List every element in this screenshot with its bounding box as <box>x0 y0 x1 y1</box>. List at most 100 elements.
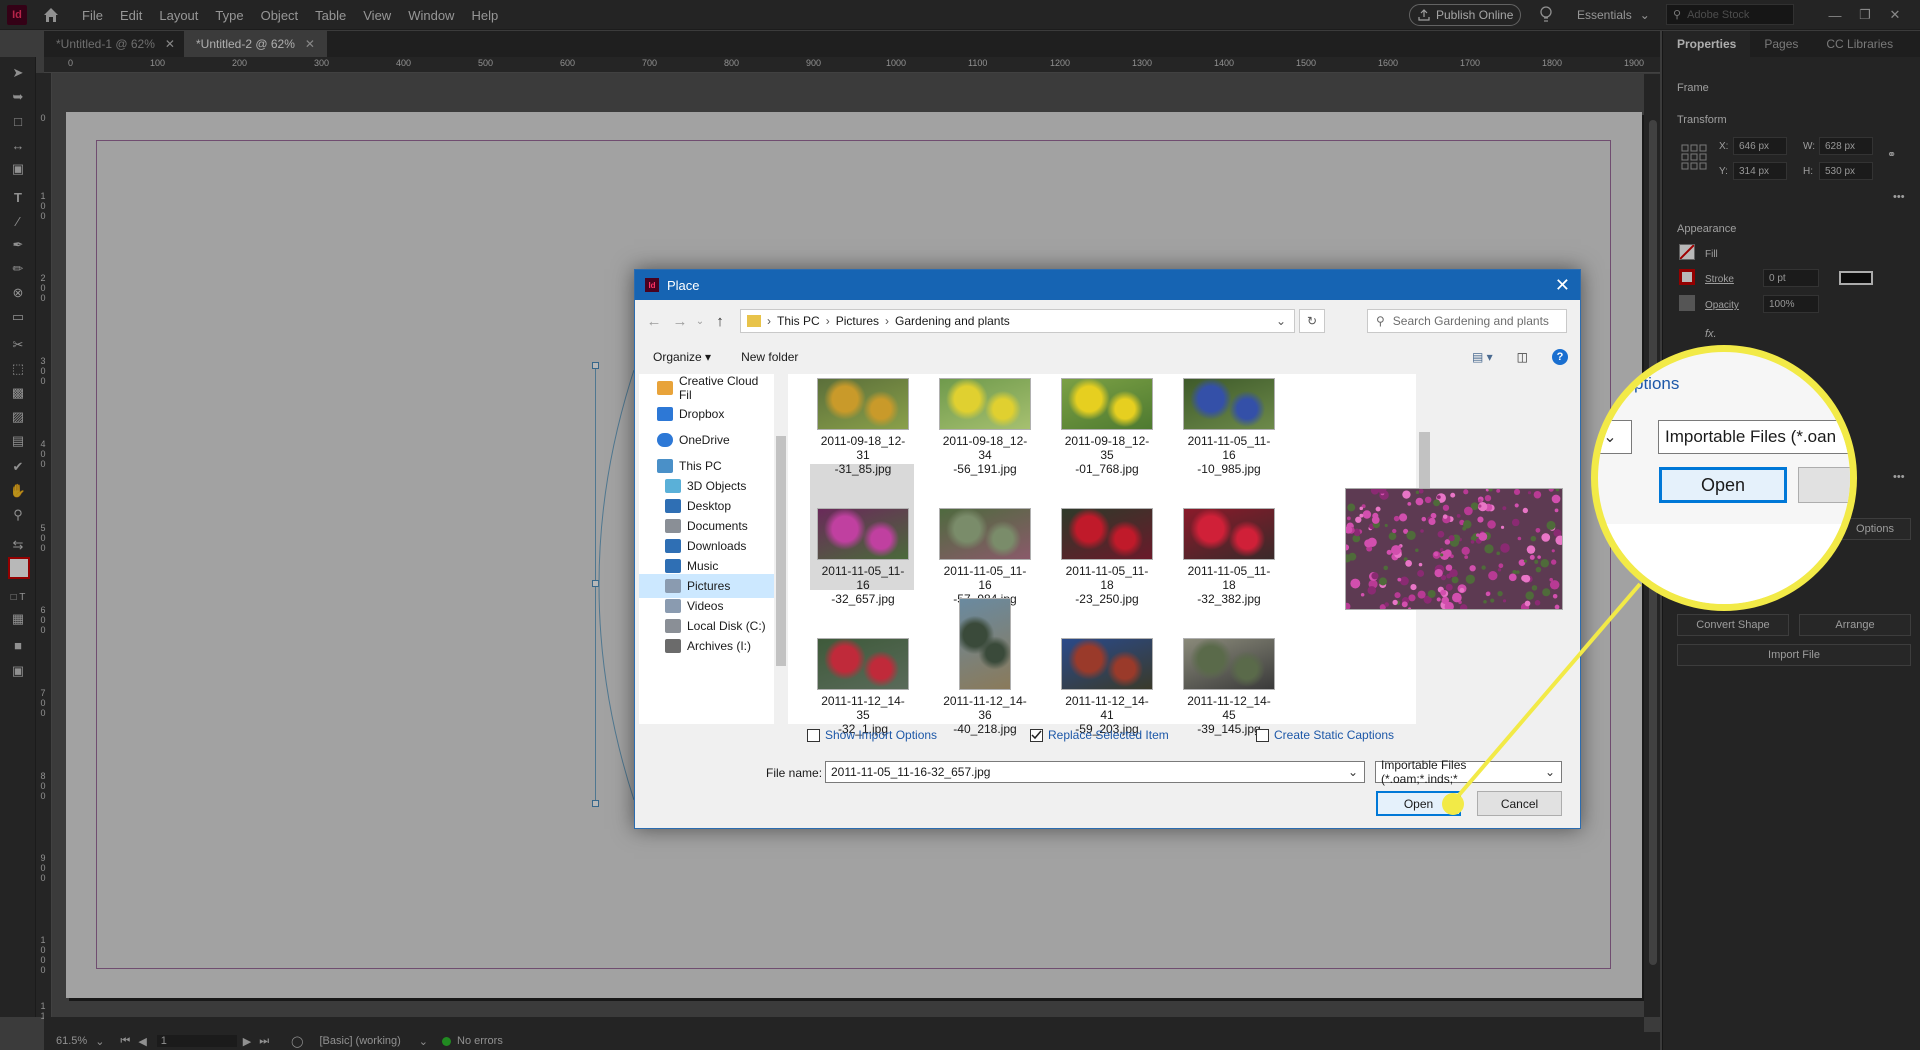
refresh-icon[interactable]: ↻ <box>1299 309 1325 333</box>
organize-label: Organize <box>653 350 702 364</box>
preview-speckle <box>1500 525 1505 529</box>
nav-label: Archives (I:) <box>687 639 752 653</box>
preview-speckle <box>1406 530 1416 540</box>
address-bar[interactable]: › This PC › Pictures › Gardening and pla… <box>740 309 1295 333</box>
file-item[interactable]: 2011-11-05_11-18 -32_382.jpg <box>1183 508 1275 606</box>
file-item[interactable]: 2011-09-18_12-34 -56_191.jpg <box>939 378 1031 476</box>
create-static-captions-checkbox[interactable]: Create Static Captions <box>1256 728 1394 742</box>
file-name-input[interactable]: 2011-11-05_11-16-32_657.jpg ⌄ <box>825 761 1365 783</box>
preview-speckle <box>1371 516 1380 524</box>
breadcrumb-pictures[interactable]: Pictures <box>836 314 879 328</box>
forward-icon[interactable]: → <box>667 313 693 330</box>
file-item[interactable]: 2011-09-18_12-31 -31_85.jpg <box>817 378 909 476</box>
file-name-line: 2011-11-05_11-18 <box>1187 564 1271 592</box>
preview-speckle <box>1443 549 1452 558</box>
cube-icon <box>665 479 681 493</box>
file-item[interactable]: 2011-09-18_12-35 -01_768.jpg <box>1061 378 1153 476</box>
preview-speckle <box>1551 494 1561 504</box>
replace-selected-item-checkbox[interactable]: Replace Selected Item <box>1030 728 1169 742</box>
file-name-line: 2011-11-05_11-16 <box>1187 434 1271 462</box>
close-icon[interactable]: ✕ <box>1555 275 1570 296</box>
preview-speckle <box>1554 508 1559 513</box>
preview-speckle <box>1535 527 1541 533</box>
video-icon <box>665 599 681 613</box>
file-name-line: 2011-11-12_14-41 <box>1065 694 1149 722</box>
callout-dot <box>1442 793 1464 815</box>
file-name-line: -01_768.jpg <box>1075 462 1139 476</box>
preview-speckle <box>1408 594 1416 602</box>
file-item[interactable]: 2011-11-12_14-45 -39_145.jpg <box>1183 638 1275 736</box>
computer-icon <box>657 459 673 473</box>
preview-speckle <box>1500 543 1510 553</box>
checkbox-unchecked[interactable] <box>807 728 820 742</box>
help-icon[interactable]: ? <box>1552 349 1568 365</box>
preview-speckle <box>1537 555 1541 559</box>
preview-speckle <box>1360 592 1365 597</box>
file-thumbnail <box>1183 378 1275 430</box>
checkbox-unchecked[interactable] <box>1256 728 1269 742</box>
preview-speckle <box>1392 528 1397 534</box>
preview-speckle <box>1417 590 1426 599</box>
dialog-title: Place <box>667 277 700 293</box>
preview-speckle <box>1498 563 1504 569</box>
preview-speckle <box>1456 513 1461 518</box>
file-name-line: 2011-11-05_11-16 <box>943 564 1027 592</box>
folder-icon <box>747 315 761 327</box>
document-icon <box>665 519 681 533</box>
preview-speckle <box>1401 601 1408 608</box>
organize-button[interactable]: Organize ▾ <box>653 350 711 364</box>
checkbox-checked[interactable] <box>1030 728 1043 742</box>
preview-speckle <box>1420 529 1424 533</box>
up-folder-icon[interactable]: ↑ <box>707 313 733 330</box>
back-icon[interactable]: ← <box>641 313 667 330</box>
nav-label: Videos <box>687 599 724 613</box>
replace-selected-item-label: Replace Selected Item <box>1048 728 1169 742</box>
nav-onedrive[interactable]: OneDrive <box>657 428 730 452</box>
navigation-pane: Creative Cloud Fil Dropbox OneDrive This… <box>639 374 774 724</box>
file-item[interactable]: 2011-11-05_11-16-57_984.jpg <box>939 508 1031 606</box>
breadcrumb-gardening[interactable]: Gardening and plants <box>895 314 1010 328</box>
magnified-file-type: Importable Files (*.oan <box>1658 420 1850 454</box>
file-name-line: -31_85.jpg <box>834 462 892 476</box>
nav-archives[interactable]: Archives (I:) <box>665 634 751 658</box>
download-icon <box>665 539 681 553</box>
preview-speckle <box>1355 516 1362 523</box>
file-thumbnail <box>959 598 1011 690</box>
file-item[interactable]: 2011-11-05_11-16 -10_985.jpg <box>1183 378 1275 476</box>
preview-speckle <box>1359 506 1364 511</box>
nav-dropbox[interactable]: Dropbox <box>657 402 724 426</box>
dialog-search-field[interactable]: ⚲ Search Gardening and plants <box>1367 309 1567 333</box>
preview-speckle <box>1502 506 1507 511</box>
preview-speckle <box>1362 510 1372 519</box>
preview-speckle <box>1439 548 1444 552</box>
file-thumbnail <box>1061 638 1153 690</box>
file-item[interactable]: 2011-11-12_14-41 -59_203.jpg <box>1061 638 1153 736</box>
preview-speckle <box>1527 491 1532 495</box>
file-item[interactable]: 2011-11-12_14-36 -40_218.jpg <box>939 598 1031 736</box>
preview-speckle <box>1394 592 1401 599</box>
preview-speckle <box>1415 490 1420 495</box>
preview-speckle <box>1346 516 1351 521</box>
breadcrumb-this-pc[interactable]: This PC <box>777 314 820 328</box>
nav-creative-cloud[interactable]: Creative Cloud Fil <box>657 374 774 402</box>
chevron-down-icon[interactable]: ⌄ <box>1348 765 1358 779</box>
navigation-pane-scrollbar-thumb[interactable] <box>776 436 786 666</box>
file-item[interactable]: 2011-11-12_14-35 -32_1.jpg <box>817 638 909 736</box>
preview-pane-icon[interactable]: ◫ <box>1517 350 1528 364</box>
preview-speckle <box>1511 518 1520 527</box>
preview-speckle <box>1463 489 1469 495</box>
chevron-down-icon[interactable]: ⌄ <box>1276 314 1286 328</box>
preview-speckle <box>1484 495 1492 502</box>
nav-label: 3D Objects <box>687 479 747 493</box>
file-name-line: 2011-11-05_11-16 <box>821 564 905 592</box>
file-name-line: 2011-11-12_14-35 <box>821 694 905 722</box>
recent-locations-icon[interactable]: ⌄ <box>693 316 707 327</box>
preview-speckle <box>1367 586 1377 595</box>
view-options-icon[interactable]: ▤ ▾ <box>1472 350 1493 364</box>
file-item[interactable]: 2011-11-05_11-16 -32_657.jpg <box>817 508 909 606</box>
show-import-options-checkbox[interactable]: Show Import Options <box>807 728 937 742</box>
preview-speckle <box>1513 489 1521 495</box>
drive-icon <box>665 619 681 633</box>
new-folder-button[interactable]: New folder <box>741 350 798 364</box>
file-item[interactable]: 2011-11-05_11-18 -23_250.jpg <box>1061 508 1153 606</box>
